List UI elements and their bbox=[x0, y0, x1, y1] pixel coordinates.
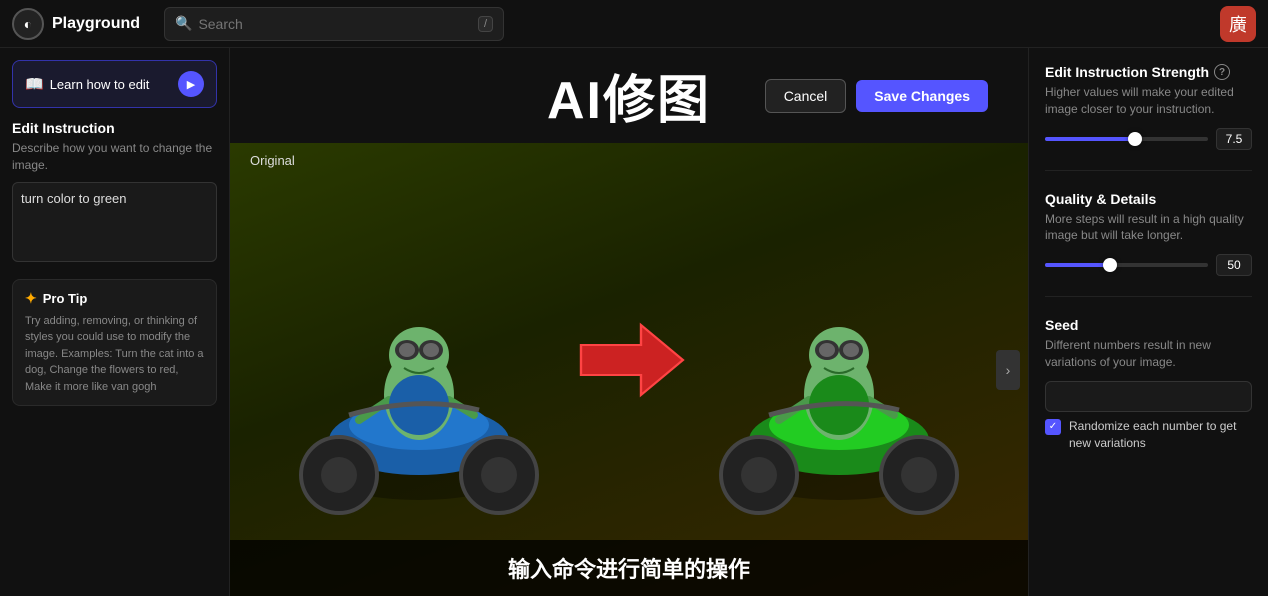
divider-1 bbox=[1045, 170, 1252, 171]
edit-strength-info-icon[interactable]: ? bbox=[1214, 64, 1230, 80]
left-sidebar: 📖 Learn how to edit ▶ Edit Instruction D… bbox=[0, 48, 230, 596]
topnav: ◐ Playground 🔍 / 廣 bbox=[0, 0, 1268, 48]
quality-fill bbox=[1045, 263, 1110, 267]
frog-scene bbox=[230, 143, 1028, 596]
search-shortcut: / bbox=[478, 16, 493, 32]
cancel-button[interactable]: Cancel bbox=[765, 79, 847, 113]
edit-strength-title: Edit Instruction Strength ? bbox=[1045, 64, 1252, 80]
quality-track bbox=[1045, 263, 1208, 267]
book-icon: 📖 bbox=[25, 75, 44, 93]
edit-strength-track bbox=[1045, 137, 1208, 141]
quality-slider[interactable]: 50 bbox=[1045, 254, 1252, 276]
seed-input[interactable] bbox=[1045, 381, 1252, 412]
seed-section: Seed Different numbers result in new var… bbox=[1045, 317, 1252, 451]
seed-title: Seed bbox=[1045, 317, 1252, 333]
star-icon: ✦ bbox=[25, 290, 37, 307]
randomize-row: ✓ Randomize each number to get new varia… bbox=[1045, 418, 1252, 452]
quality-section: Quality & Details More steps will result… bbox=[1045, 191, 1252, 277]
edit-strength-desc: Higher values will make your edited imag… bbox=[1045, 84, 1252, 118]
right-sidebar: Edit Instruction Strength ? Higher value… bbox=[1028, 48, 1268, 596]
avatar[interactable]: 廣 bbox=[1220, 6, 1256, 42]
frog-right bbox=[709, 210, 969, 530]
instruction-textarea[interactable]: turn color to green bbox=[12, 182, 217, 262]
comparison-arrow bbox=[569, 320, 689, 419]
pro-tip-box: ✦ Pro Tip Try adding, removing, or think… bbox=[12, 279, 217, 407]
search-input[interactable] bbox=[198, 16, 472, 32]
pro-tip-text: Try adding, removing, or thinking of sty… bbox=[25, 313, 204, 396]
logo-label: Playground bbox=[52, 15, 140, 33]
quality-thumb[interactable] bbox=[1103, 258, 1117, 272]
search-icon: 🔍 bbox=[175, 15, 192, 32]
logo-area: ◐ Playground bbox=[12, 8, 152, 40]
edit-strength-fill bbox=[1045, 137, 1135, 141]
edit-instruction-title: Edit Instruction bbox=[12, 120, 217, 136]
canvas-body: Original bbox=[230, 143, 1028, 596]
canvas-title: AI修图 bbox=[547, 58, 711, 133]
divider-2 bbox=[1045, 296, 1252, 297]
image-container: Original bbox=[230, 143, 1028, 596]
scroll-right-button[interactable]: › bbox=[996, 350, 1020, 390]
search-bar[interactable]: 🔍 / bbox=[164, 7, 504, 41]
center-area: AI修图 Cancel Save Changes Original bbox=[230, 48, 1028, 596]
edit-strength-section: Edit Instruction Strength ? Higher value… bbox=[1045, 64, 1252, 150]
randomize-checkbox[interactable]: ✓ bbox=[1045, 419, 1061, 435]
canvas-image-area: Original bbox=[230, 143, 1028, 596]
save-changes-button[interactable]: Save Changes bbox=[856, 80, 988, 112]
main-layout: 📖 Learn how to edit ▶ Edit Instruction D… bbox=[0, 48, 1268, 596]
randomize-label: Randomize each number to get new variati… bbox=[1069, 418, 1252, 452]
pro-tip-title: Pro Tip bbox=[43, 291, 88, 306]
quality-value: 50 bbox=[1216, 254, 1252, 276]
quality-desc: More steps will result in a high quality… bbox=[1045, 211, 1252, 245]
play-icon: ▶ bbox=[178, 71, 204, 97]
logo-icon: ◐ bbox=[12, 8, 44, 40]
canvas-header: AI修图 Cancel Save Changes bbox=[230, 48, 1028, 143]
quality-title: Quality & Details bbox=[1045, 191, 1252, 207]
seed-desc: Different numbers result in new variatio… bbox=[1045, 337, 1252, 371]
edit-strength-slider[interactable]: 7.5 bbox=[1045, 128, 1252, 150]
edit-instruction-desc: Describe how you want to change the imag… bbox=[12, 140, 217, 174]
learn-how-to-edit-button[interactable]: 📖 Learn how to edit ▶ bbox=[12, 60, 217, 108]
edit-strength-thumb[interactable] bbox=[1128, 132, 1142, 146]
overlay-text: 输入命令进行简单的操作 bbox=[230, 540, 1028, 596]
edit-strength-value: 7.5 bbox=[1216, 128, 1252, 150]
learn-btn-label: Learn how to edit bbox=[50, 77, 150, 92]
header-actions: Cancel Save Changes bbox=[765, 79, 988, 113]
frog-left bbox=[289, 210, 549, 530]
edit-instruction-section: Edit Instruction Describe how you want t… bbox=[12, 120, 217, 267]
